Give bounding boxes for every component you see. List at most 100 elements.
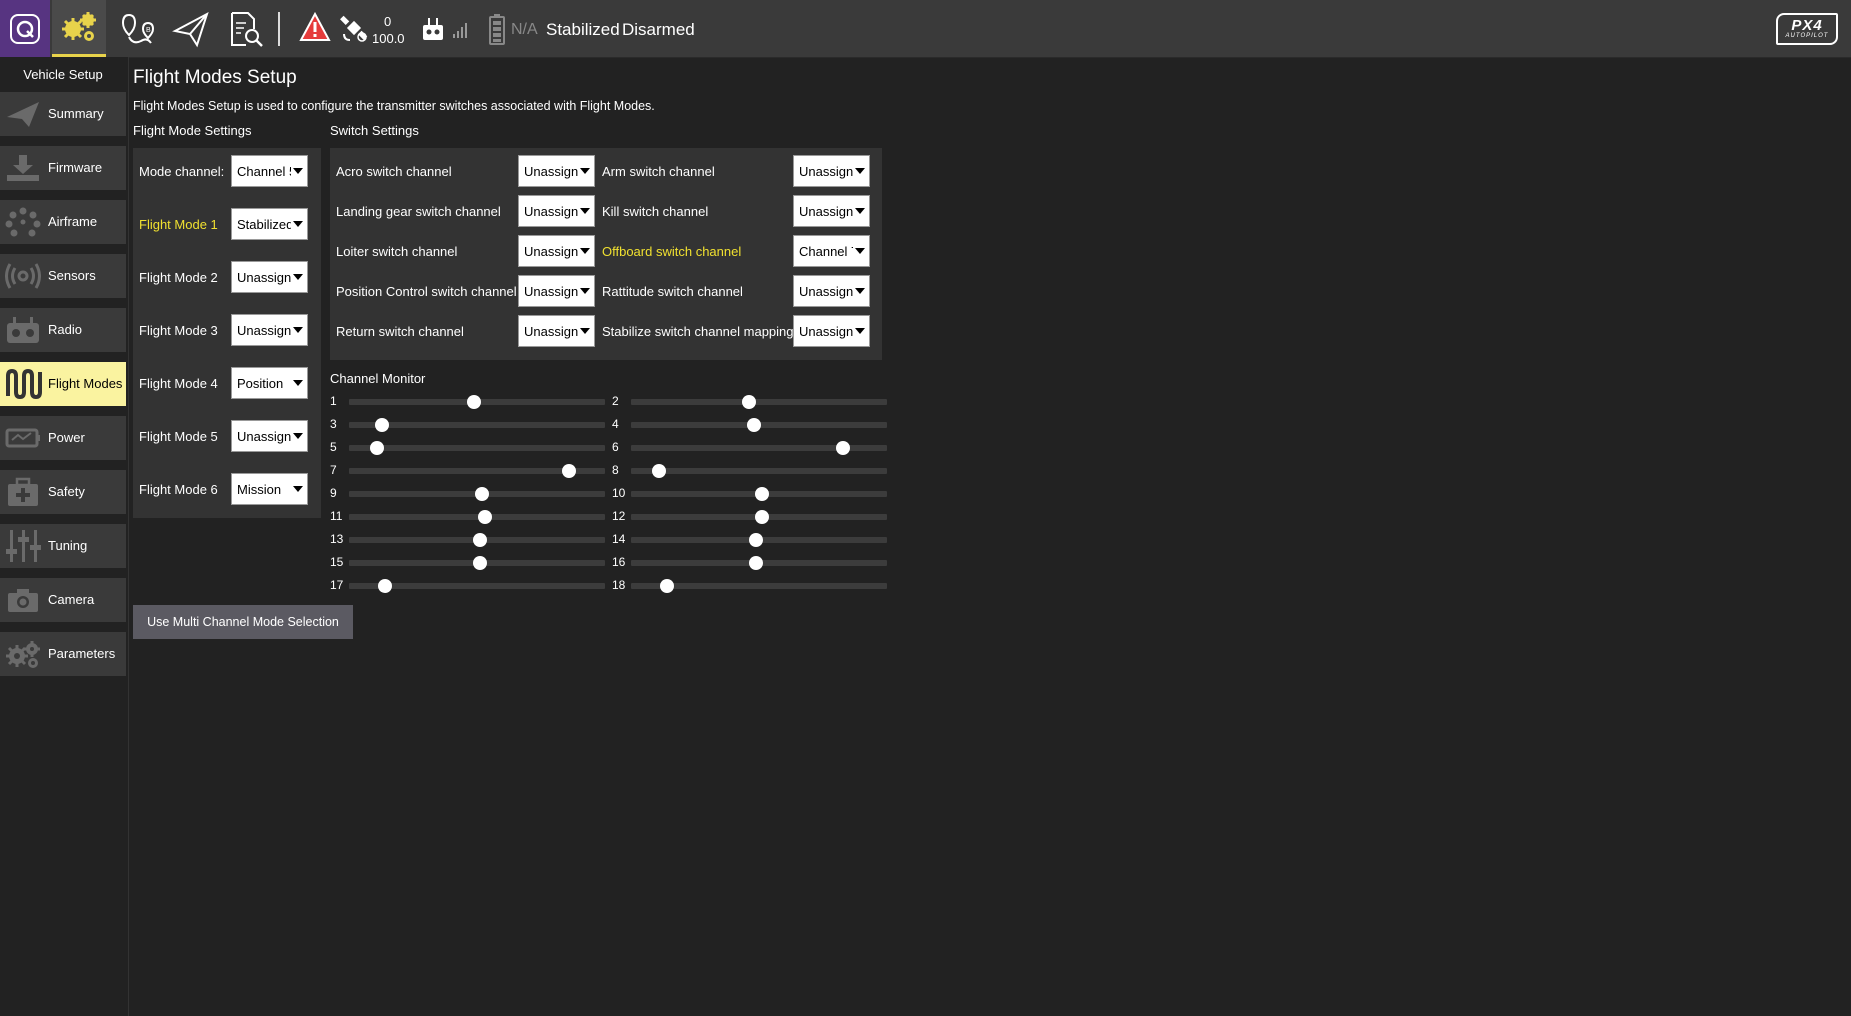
combo-value: Mission [237,482,282,497]
channel-number: 17 [330,578,344,592]
camera-icon [4,583,42,617]
flight-mode-5-label: Flight Mode 5 [139,429,218,444]
channel-indicator [370,441,385,455]
channel-indicator [749,533,764,547]
sidebar-item-parameters[interactable]: Parameters [0,632,126,676]
qgc-logo-button[interactable] [0,0,50,57]
flight-mode-1-select[interactable]: Stabilized [231,208,308,240]
switch-settings-panel: Acro switch channel Unassigned Arm switc… [330,148,882,360]
chevron-down-icon [853,236,869,266]
chevron-down-icon [291,368,307,398]
flight-mode-4-select[interactable]: Position [231,367,308,399]
channel-number: 10 [612,486,626,500]
kill-switch-select[interactable]: Unassigned [793,195,870,227]
channel-number: 18 [612,578,626,592]
return-switch-select[interactable]: Unassigned [518,315,595,347]
sidebar-item-label: Flight Modes [48,376,123,391]
channel-bar [631,579,887,593]
loiter-switch-label: Loiter switch channel [336,244,458,259]
sidebar-item-summary[interactable]: Summary [0,92,126,136]
flight-mode-3-select[interactable]: Unassigned [231,314,308,346]
sidebar-item-label: Parameters [48,646,116,661]
arm-state-indicator[interactable]: Disarmed [622,20,695,40]
flight-mode-6-select[interactable]: Mission [231,473,308,505]
offboard-switch-select[interactable]: Channel 7 [793,235,870,267]
sidebar-item-airframe[interactable]: Airframe [0,200,126,244]
position-control-switch-label: Position Control switch channel [336,284,517,299]
combo-value: Position [237,376,284,391]
fly-view-button[interactable] [166,0,216,57]
sidebar-item-label: Tuning [48,538,88,553]
channel-number: 7 [330,463,337,477]
chevron-down-icon [291,474,307,504]
flight-mode-5-select[interactable]: Unassigned [231,420,308,452]
channel-bar [349,510,605,524]
vehicle-setup-sidebar: Vehicle Setup Summary Firmware Airframe … [0,57,129,1016]
analyze-view-button[interactable] [220,0,272,57]
rattitude-switch-select[interactable]: Unassigned [793,275,870,307]
channel-indicator [377,579,392,593]
gps-hdop-value: 100.0 [372,31,405,46]
flight-mode-1-label: Flight Mode 1 [139,217,218,232]
toolbar-divider [278,12,280,46]
chevron-down-icon [291,421,307,451]
sidebar-item-camera[interactable]: Camera [0,578,126,622]
chevron-down-icon [291,209,307,239]
plan-view-button[interactable]: B [112,0,162,57]
battery-status: N/A [511,21,538,38]
setup-gears-icon [62,12,96,41]
vehicle-setup-button[interactable] [52,0,106,57]
flight-mode-indicator[interactable]: Stabilized [546,20,620,40]
mode-channel-select[interactable]: Channel 5 [231,155,308,187]
sidebar-item-tuning[interactable]: Tuning [0,524,126,568]
sidebar-item-firmware[interactable]: Firmware [0,146,126,190]
channel-indicator [659,579,674,593]
gps-satellite-count: 0 [384,14,392,29]
channel-monitor-heading: Channel Monitor [330,371,426,386]
warning-icon[interactable] [299,12,331,42]
acro-switch-label: Acro switch channel [336,164,452,179]
loiter-switch-select[interactable]: Unassigned [518,235,595,267]
channel-number: 4 [612,417,619,431]
return-switch-label: Return switch channel [336,324,464,339]
flight-mode-2-select[interactable]: Unassigned [231,261,308,293]
landing-gear-switch-select[interactable]: Unassigned [518,195,595,227]
power-battery-icon [4,421,42,455]
page-title: Flight Modes Setup [133,67,297,88]
channel-indicator [652,464,667,478]
download-icon [4,151,42,185]
page-description: Flight Modes Setup is used to configure … [133,99,655,113]
sidebar-item-power[interactable]: Power [0,416,126,460]
multi-channel-mode-button[interactable]: Use Multi Channel Mode Selection [133,605,353,639]
gps-satellite-icon[interactable] [340,14,370,44]
chevron-down-icon [853,316,869,346]
sidebar-item-label: Camera [48,592,95,607]
rc-transmitter-icon[interactable] [421,16,445,42]
sidebar-item-radio[interactable]: Radio [0,308,126,352]
channel-indicator [754,510,769,524]
channel-indicator [477,510,492,524]
analyze-icon [231,11,263,47]
channel-number: 15 [330,555,344,569]
channel-bar [631,533,887,547]
sidebar-item-sensors[interactable]: Sensors [0,254,126,298]
channel-indicator [472,556,487,570]
parameters-gears-icon [4,637,42,671]
mode-channel-label: Mode channel: [139,164,225,179]
airframe-dots-icon [4,205,42,239]
stabilize-switch-select[interactable]: Unassigned [793,315,870,347]
sidebar-item-flight-modes[interactable]: Flight Modes [0,362,126,406]
channel-number: 8 [612,463,619,477]
sidebar-item-safety[interactable]: Safety [0,470,126,514]
landing-gear-switch-label: Landing gear switch channel [336,204,501,219]
sensor-waves-icon [4,259,42,293]
position-control-switch-select[interactable]: Unassigned [518,275,595,307]
chevron-down-icon [578,236,594,266]
rssi-bars-icon [453,23,467,38]
battery-icon[interactable] [488,13,506,45]
channel-indicator [475,487,490,501]
channel-bar [349,395,605,409]
channel-indicator [836,441,851,455]
arm-switch-select[interactable]: Unassigned [793,155,870,187]
acro-switch-select[interactable]: Unassigned [518,155,595,187]
